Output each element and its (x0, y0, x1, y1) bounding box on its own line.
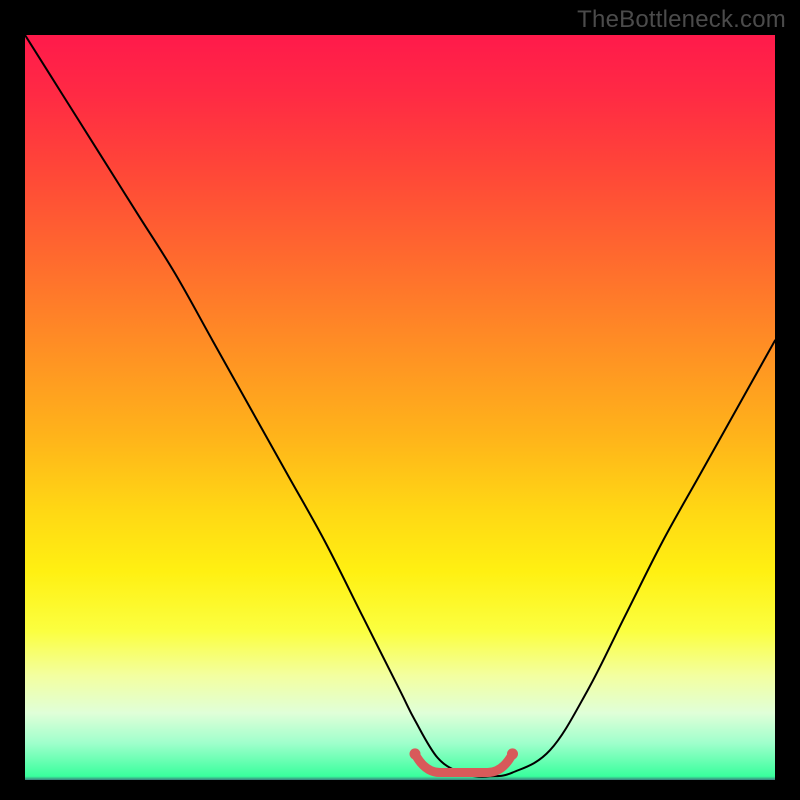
optimal-band-marker (415, 754, 513, 773)
bottleneck-curve (25, 35, 775, 777)
watermark-text: TheBottleneck.com (577, 6, 786, 34)
plot-area (25, 35, 775, 780)
optimal-band-end-dot (507, 748, 518, 759)
optimal-band-start-dot (410, 748, 421, 759)
chart-frame: TheBottleneck.com (0, 0, 800, 800)
curve-layer (25, 35, 775, 780)
